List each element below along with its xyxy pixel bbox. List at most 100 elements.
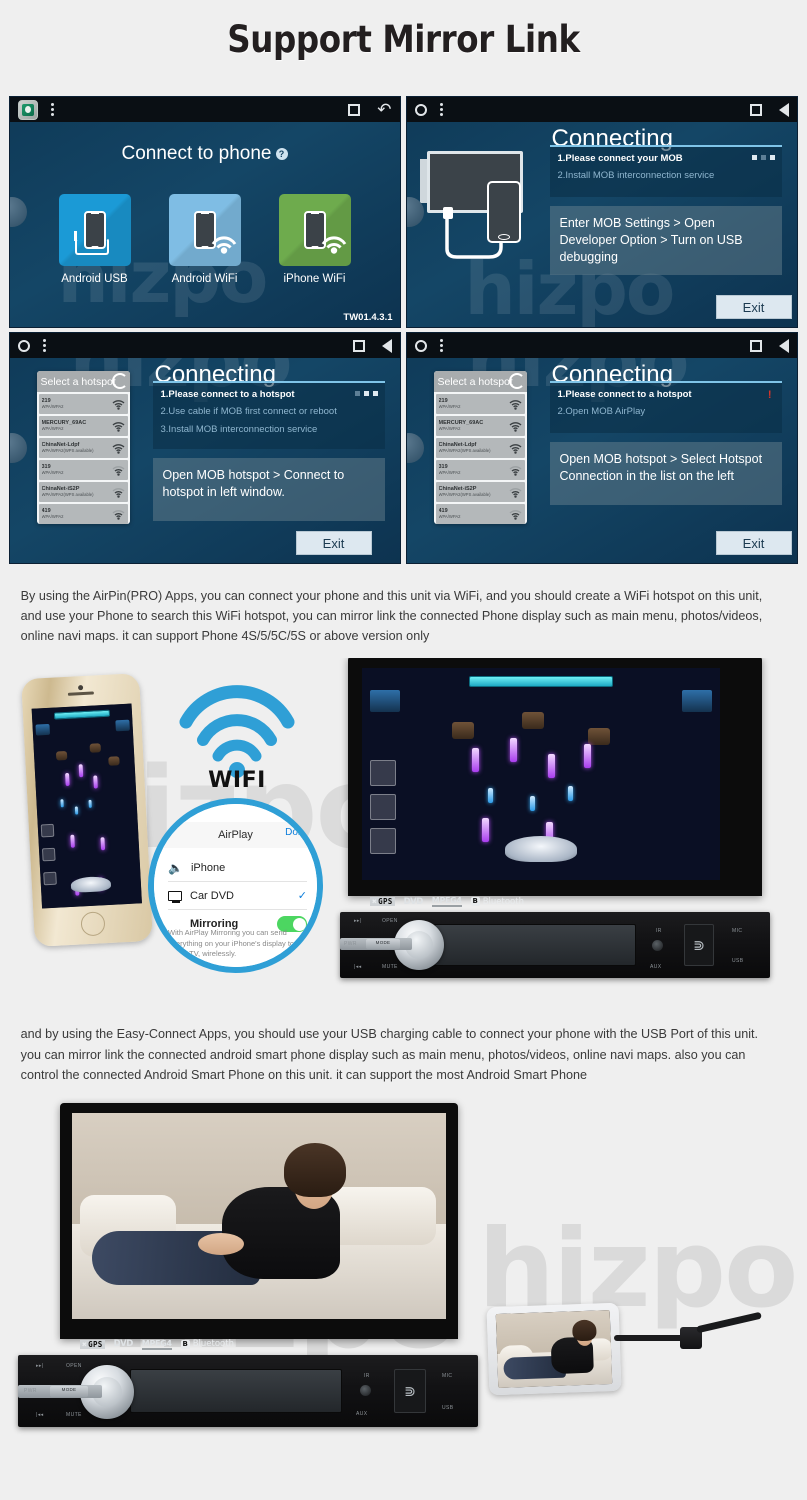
progress-dots — [751, 155, 775, 160]
list-item[interactable]: MERCURY_69AC WPA/WPA2 — [38, 416, 128, 436]
list-item[interactable]: ChinaNet-iS2P WPA/WPA2(WPS available) — [38, 482, 128, 502]
list-item[interactable]: 319 WPA/WPA2 — [38, 460, 128, 480]
hotspot-panel-header: Select a hotspot — [36, 371, 130, 392]
airpin-app-icon[interactable] — [17, 99, 38, 120]
game-control-button[interactable] — [41, 848, 56, 862]
screen-connect-to-phone: hizpo ↶ Connect to phone? — [8, 96, 401, 328]
list-item[interactable]: MERCURY_69AC WPA/WPA2 — [435, 416, 525, 436]
more-vert-icon[interactable] — [439, 339, 443, 352]
tile-iphone-wifi[interactable]: iPhone WiFi — [278, 194, 351, 285]
square-recents-icon[interactable] — [749, 339, 762, 352]
list-item[interactable]: 319 WPA/WPA2 — [435, 460, 525, 480]
list-item[interactable]: 219 WPA/WPA2 — [38, 394, 128, 414]
airplay-row-iphone[interactable]: 🔈 iPhone — [168, 854, 307, 883]
game-bullet — [548, 754, 555, 779]
next-track-button[interactable]: ▸▸| — [354, 918, 362, 924]
mpeg4-badge: MPEG4 — [141, 1338, 172, 1350]
list-item[interactable]: ChinaNet-Ldpf WPA/WPA2(WPS available) — [38, 438, 128, 458]
list-item[interactable]: ChinaNet-iS2P WPA/WPA2(WPS available) — [435, 482, 525, 502]
circle-home-icon[interactable] — [17, 339, 30, 352]
usb-port[interactable]: ⋑ — [684, 924, 714, 967]
exit-button[interactable]: Exit — [715, 295, 792, 319]
power-button[interactable]: PWR — [344, 941, 357, 947]
back-arrow-icon[interactable]: ↶ — [377, 101, 391, 118]
instruction-box: Open MOB hotspot > Select Hotspot Connec… — [549, 442, 782, 505]
next-track-button[interactable]: ▸▸| — [36, 1363, 44, 1369]
game-control-button[interactable] — [370, 794, 396, 821]
hotspot-list-panel[interactable]: Select a hotspot 219 WPA/WPA2 MERCURY_69A… — [36, 371, 130, 524]
mute-button[interactable]: MUTE — [66, 1412, 82, 1418]
hotspot-list: 219 WPA/WPA2 MERCURY_69AC WPA/WPA2 ChinaNe… — [434, 392, 527, 524]
prev-track-button[interactable]: |◂◂ — [354, 964, 362, 970]
mpeg4-badge: MPEG4 — [431, 896, 462, 908]
open-button[interactable]: OPEN — [66, 1363, 82, 1369]
game-bullet — [530, 796, 535, 812]
square-recents-icon[interactable] — [352, 339, 365, 352]
list-item[interactable]: 419 WPA/WPA2 — [38, 504, 128, 524]
prev-track-button[interactable]: |◂◂ — [36, 1412, 44, 1418]
usb-port[interactable]: ⋑ — [394, 1368, 426, 1413]
security-label: WPA/WPA2(WPS available) — [41, 491, 94, 497]
hotspot-panel-header: Select a hotspot — [433, 371, 527, 392]
game-control-button[interactable] — [370, 760, 396, 787]
game-bullet — [60, 799, 64, 808]
square-recents-icon[interactable] — [749, 103, 762, 116]
triangle-back-icon[interactable] — [778, 102, 789, 117]
android-usb-tile-art — [58, 194, 131, 266]
list-item[interactable]: 219 WPA/WPA2 — [435, 394, 525, 414]
head-unit-faceplate: MODE ▸▸| OPEN PWR |◂◂ MUTE IR AUX ⋑ MIC … — [18, 1354, 478, 1427]
triangle-back-icon[interactable] — [778, 338, 789, 353]
list-item[interactable]: ChinaNet-Ldpf WPA/WPA2(WPS available) — [435, 438, 525, 458]
hotspot-header-label: Select a hotspot — [437, 375, 513, 388]
done-button[interactable]: Done — [285, 827, 309, 838]
aux-jack[interactable] — [360, 1384, 371, 1396]
tile-label: iPhone WiFi — [283, 273, 346, 285]
game-bullet — [100, 837, 106, 851]
mode-button[interactable]: MODE — [50, 1385, 88, 1397]
more-vert-icon[interactable] — [42, 339, 46, 352]
aux-jack[interactable] — [652, 940, 663, 952]
head-unit-screen — [362, 668, 720, 881]
wifi-signal-icon — [112, 443, 124, 454]
security-label: WPA/WPA2(WPS available) — [438, 491, 491, 497]
more-vert-icon[interactable] — [50, 103, 54, 116]
game-bullet — [70, 835, 75, 849]
game-control-button[interactable] — [40, 824, 55, 838]
tile-android-wifi[interactable]: Android WiFi — [168, 194, 241, 285]
wifi-mirror-description: By using the AirPin(PRO) Apps, you can c… — [20, 588, 762, 644]
list-item[interactable]: 419 WPA/WPA2 — [435, 504, 525, 524]
circle-home-icon[interactable] — [414, 103, 427, 116]
hotspot-list-panel[interactable]: Select a hotspot 219 WPA/WPA2 MERCURY_69A… — [433, 371, 527, 524]
power-button[interactable]: PWR — [24, 1388, 37, 1394]
game-hud-icon — [682, 690, 712, 713]
exit-button[interactable]: Exit — [295, 531, 372, 555]
triangle-back-icon[interactable] — [381, 338, 392, 353]
game-control-button[interactable] — [43, 872, 57, 886]
tile-android-usb[interactable]: Android USB — [58, 194, 131, 285]
open-button[interactable]: OPEN — [382, 918, 398, 924]
refresh-icon[interactable] — [111, 373, 128, 389]
photo-subject-hair — [284, 1142, 346, 1197]
square-recents-icon[interactable] — [348, 103, 361, 116]
airplay-row-car-dvd[interactable]: Car DVD ✓ — [168, 882, 307, 911]
mute-button[interactable]: MUTE — [382, 964, 398, 970]
game-control-button[interactable] — [370, 828, 396, 855]
help-icon[interactable]: ? — [275, 147, 288, 160]
check-icon: ✓ — [297, 890, 307, 903]
game-enemy — [522, 712, 544, 730]
status-bar: ↶ — [9, 97, 400, 122]
game-bullet — [65, 773, 70, 787]
iphone-speaker — [67, 691, 94, 697]
more-vert-icon[interactable] — [439, 103, 443, 116]
refresh-icon[interactable] — [508, 373, 525, 389]
exit-button[interactable]: Exit — [715, 531, 792, 555]
mode-button[interactable]: MODE — [366, 939, 400, 950]
game-bullet — [488, 788, 493, 804]
game-enemy — [108, 756, 120, 767]
airplay-note: With AirPlay Mirroring you can send ever… — [168, 928, 305, 958]
mirror-link-screenshots: hizpo ↶ Connect to phone? — [8, 96, 799, 564]
iphone-home-button[interactable] — [80, 911, 106, 937]
circle-home-icon[interactable] — [414, 339, 427, 352]
wifi-signal-icon — [509, 443, 521, 454]
wifi-signal-icon — [509, 399, 521, 410]
